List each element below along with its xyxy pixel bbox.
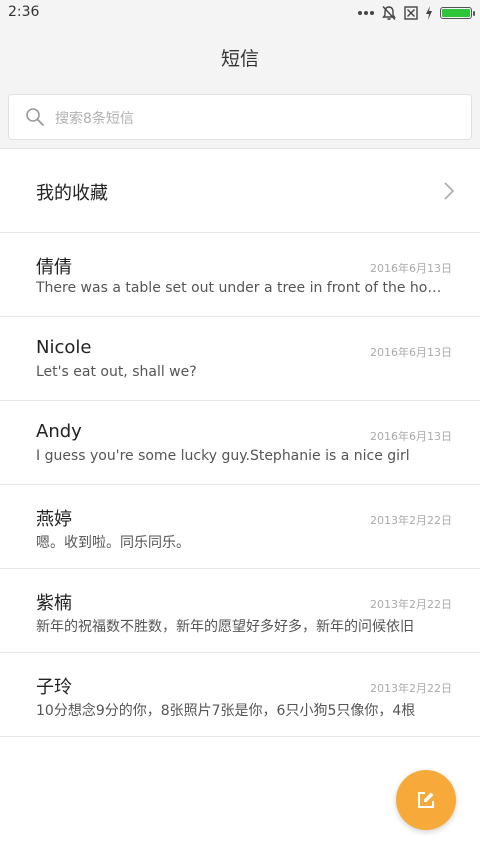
message-preview: 新年的祝福数不胜数，新年的愿望好多好多，新年的问候依旧 <box>36 619 414 635</box>
message-date: 2013年2月22日 <box>370 514 452 527</box>
conversation-row[interactable]: Andy 2016年6月13日 I guess you're some luck… <box>0 401 480 485</box>
more-dots-icon <box>358 11 374 15</box>
search-input[interactable]: 搜索8条短信 <box>55 108 134 128</box>
title-bar: 短信 <box>0 26 480 86</box>
search-area: 搜索8条短信 <box>0 86 480 149</box>
search-box[interactable]: 搜索8条短信 <box>8 94 472 140</box>
message-preview: 10分想念9分的你，8张照片7张是你，6只小狗5只像你，4根 <box>36 703 416 719</box>
bell-muted-icon <box>382 6 396 20</box>
favorites-label: 我的收藏 <box>36 183 108 204</box>
message-date: 2016年6月13日 <box>370 430 452 443</box>
battery-fill <box>442 9 470 17</box>
message-preview: 嗯。收到啦。同乐同乐。 <box>36 535 190 551</box>
conversation-list: 倩倩 2016年6月13日 There was a table set out … <box>0 233 480 737</box>
conversation-row[interactable]: 燕婷 2013年2月22日 嗯。收到啦。同乐同乐。 <box>0 485 480 569</box>
search-icon <box>26 108 44 126</box>
battery-icon <box>440 7 475 19</box>
message-preview: There was a table set out under a tree i… <box>36 280 446 296</box>
contact-name: 子玲 <box>36 677 72 698</box>
no-sim-icon <box>404 6 418 20</box>
compose-button[interactable] <box>396 770 456 830</box>
contact-name: 紫楠 <box>36 593 72 614</box>
message-date: 2016年6月13日 <box>370 346 452 359</box>
message-preview: Let's eat out, shall we? <box>36 364 197 380</box>
message-date: 2013年2月22日 <box>370 682 452 695</box>
message-preview: I guess you're some lucky guy.Stephanie … <box>36 448 410 464</box>
conversation-row[interactable]: 倩倩 2016年6月13日 There was a table set out … <box>0 233 480 317</box>
chevron-right-icon <box>444 182 454 200</box>
status-time: 2:36 <box>8 4 40 20</box>
status-icons <box>358 5 475 21</box>
charging-bolt-icon <box>426 6 432 20</box>
message-date: 2016年6月13日 <box>370 262 452 275</box>
conversation-row[interactable]: Nicole 2016年6月13日 Let's eat out, shall w… <box>0 317 480 401</box>
page-title: 短信 <box>220 48 259 70</box>
contact-name: 倩倩 <box>36 257 72 278</box>
message-date: 2013年2月22日 <box>370 598 452 611</box>
favorites-row[interactable]: 我的收藏 <box>0 149 480 233</box>
contact-name: 燕婷 <box>36 509 72 530</box>
contact-name: Nicole <box>36 337 92 358</box>
contact-name: Andy <box>36 421 82 442</box>
conversation-row[interactable]: 子玲 2013年2月22日 10分想念9分的你，8张照片7张是你，6只小狗5只像… <box>0 653 480 737</box>
status-bar: 2:36 <box>0 0 480 26</box>
compose-icon <box>418 792 434 808</box>
conversation-row[interactable]: 紫楠 2013年2月22日 新年的祝福数不胜数，新年的愿望好多好多，新年的问候依… <box>0 569 480 653</box>
